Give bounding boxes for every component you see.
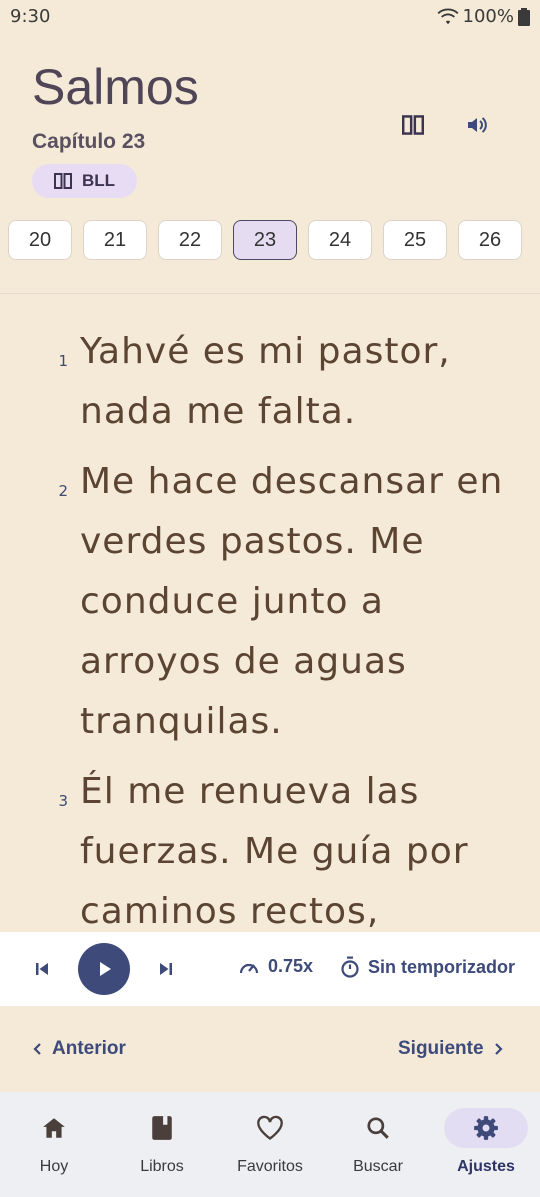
chapter-button[interactable]: 20 [8,220,72,260]
previous-label: Anterior [52,1038,126,1059]
divider [0,293,540,294]
tab-favoritos[interactable]: Favoritos [216,1092,324,1197]
skip-previous-icon [36,963,48,975]
sleep-timer-control[interactable]: Sin temporizador [340,956,515,978]
volume-icon [468,117,487,133]
timer-label: Sin temporizador [368,956,516,977]
heart-icon [257,1115,283,1140]
verse-text: Él me renueva las fuerzas. Me guía por c… [80,771,469,932]
verse: 1 Yahvé es mi pastor, nada me falta. [0,322,540,442]
gear-icon [474,1116,498,1140]
chapter-button-active[interactable]: 23 [233,220,297,260]
verse: 3 Él me renueva las fuerzas. Me guía por… [0,762,540,932]
chapter-selector: 20 21 22 23 24 25 26 [8,220,532,262]
parallel-view-button[interactable] [398,110,428,140]
next-chapter-link[interactable]: Siguiente [398,1038,504,1060]
verse: 2 Me hace descansar en verdes pastos. Me… [0,452,540,752]
timer-icon [341,956,359,978]
audio-player: 0.75x Sin temporizador [0,932,540,1006]
chapter-button[interactable]: 25 [383,220,447,260]
page-title: Salmos [32,59,199,115]
verse-reader[interactable]: 1 Yahvé es mi pastor, nada me falta. 2 M… [0,322,540,932]
skip-next-icon [160,963,172,975]
verse-number: 3 [58,792,68,810]
chevron-right-icon [494,1043,503,1055]
verse-number: 2 [58,482,68,500]
home-icon [43,1118,65,1138]
book-icon [152,1116,172,1140]
previous-chapter-link[interactable]: Anterior [32,1038,126,1060]
verse-text: Me hace descansar en verdes pastos. Me c… [80,461,504,742]
chapter-button[interactable]: 26 [458,220,522,260]
tab-label: Buscar [353,1158,403,1175]
wifi-icon [437,8,459,24]
audio-button[interactable] [462,110,492,140]
book-open-icon [402,115,424,135]
battery-icon [518,7,530,26]
tab-label: Favoritos [237,1158,303,1175]
tab-libros[interactable]: Libros [108,1092,216,1197]
status-bar: 9:30 100% [0,0,540,32]
book-open-icon [53,173,72,189]
battery-percent: 100% [462,6,514,27]
status-time: 9:30 [10,6,51,27]
chevron-left-icon [33,1043,41,1055]
tab-label: Ajustes [457,1158,515,1175]
skip-next-button[interactable] [154,957,178,981]
play-icon [100,962,111,976]
version-label: BLL [81,171,116,190]
chapter-button[interactable]: 24 [308,220,372,260]
tab-label: Libros [140,1158,184,1175]
tab-ajustes[interactable]: Ajustes [432,1092,540,1197]
chapter-subtitle: Capítulo 23 [32,130,146,153]
status-right: 100% [437,6,530,27]
version-badge[interactable]: BLL [32,164,137,198]
tab-hoy[interactable]: Hoy [0,1092,108,1197]
speed-label: 0.75x [268,956,314,976]
speed-control[interactable]: 0.75x [238,956,313,977]
tab-buscar[interactable]: Buscar [324,1092,432,1197]
tab-label: Hoy [39,1158,69,1175]
search-icon [367,1117,389,1139]
play-button[interactable] [78,943,130,995]
speedometer-icon [239,963,259,973]
chapter-button[interactable]: 21 [83,220,147,260]
verse-text: Yahvé es mi pastor, nada me falta. [80,331,451,432]
next-label: Siguiente [398,1038,484,1059]
bottom-navigation: Hoy Libros Favoritos Buscar Ajustes [0,1092,540,1197]
skip-previous-button[interactable] [30,957,54,981]
chapter-button[interactable]: 22 [158,220,222,260]
verse-number: 1 [58,352,68,370]
